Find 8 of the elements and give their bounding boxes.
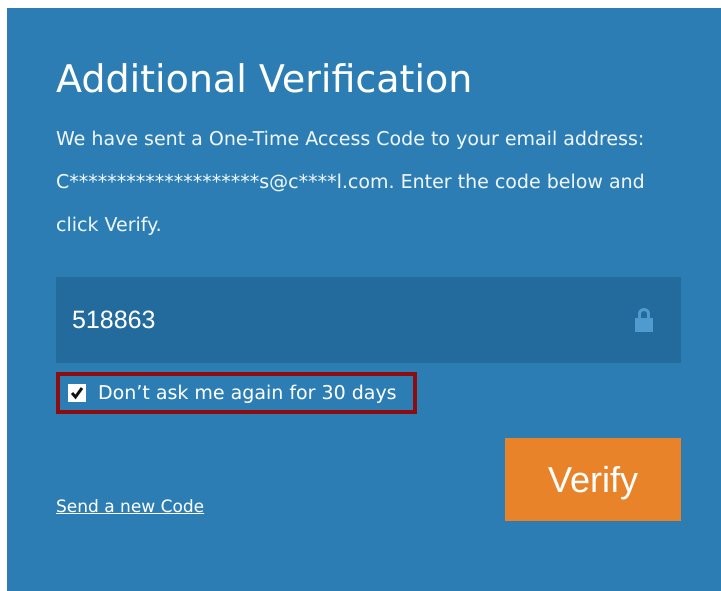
send-code-link[interactable]: Send a new Code	[56, 497, 204, 521]
verify-button[interactable]: Verify	[505, 438, 681, 521]
dialog-title: Additional Verification	[56, 56, 474, 103]
instruction-text: We have sent a One-Time Access Code to your email address: C********************s@c****l.com. Enter the code below and click Verify.	[56, 127, 646, 238]
code-field[interactable]: 518863	[56, 277, 681, 363]
checkbox-label[interactable]: Don’t ask me again for 30 days	[98, 382, 397, 404]
lock-icon	[633, 307, 655, 333]
checkbox[interactable]	[68, 384, 86, 402]
